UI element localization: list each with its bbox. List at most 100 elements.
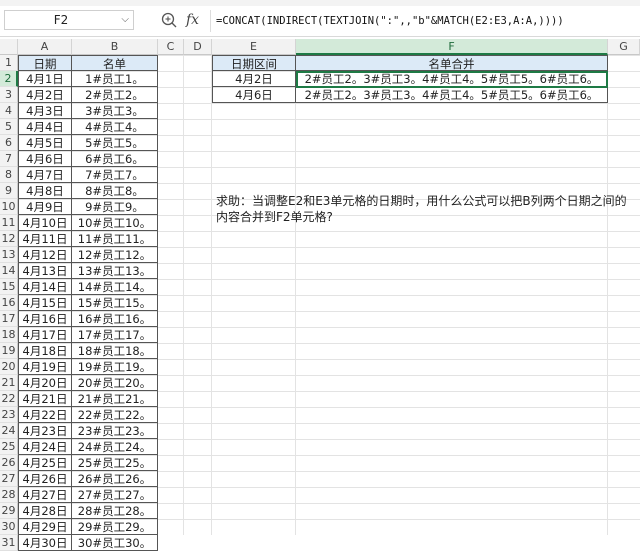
name-cell[interactable]: 30#员工30。 bbox=[72, 535, 158, 551]
date-cell[interactable]: 4月28日 bbox=[18, 503, 72, 519]
column-header-d[interactable]: D bbox=[184, 39, 212, 55]
row-header-27[interactable]: 27 bbox=[0, 471, 18, 487]
date-cell[interactable]: 4月6日 bbox=[18, 151, 72, 167]
row-header-25[interactable]: 25 bbox=[0, 439, 18, 455]
row-header-16[interactable]: 16 bbox=[0, 295, 18, 311]
column-header-g[interactable]: G bbox=[608, 39, 640, 55]
date-cell[interactable]: 4月29日 bbox=[18, 519, 72, 535]
name-cell[interactable]: 29#员工29。 bbox=[72, 519, 158, 535]
row-header-26[interactable]: 26 bbox=[0, 455, 18, 471]
date-cell[interactable]: 4月4日 bbox=[18, 119, 72, 135]
name-cell[interactable]: 10#员工10。 bbox=[72, 215, 158, 231]
name-cell[interactable]: 20#员工20。 bbox=[72, 375, 158, 391]
date-cell[interactable]: 4月26日 bbox=[18, 471, 72, 487]
column-header-f[interactable]: F bbox=[296, 39, 608, 55]
date-cell[interactable]: 4月18日 bbox=[18, 343, 72, 359]
row-header-24[interactable]: 24 bbox=[0, 423, 18, 439]
date-cell[interactable]: 4月13日 bbox=[18, 263, 72, 279]
row-header-20[interactable]: 20 bbox=[0, 359, 18, 375]
name-cell[interactable]: 23#员工23。 bbox=[72, 423, 158, 439]
name-cell[interactable]: 21#员工21。 bbox=[72, 391, 158, 407]
date-cell[interactable]: 4月2日 bbox=[18, 87, 72, 103]
name-cell[interactable]: 28#员工28。 bbox=[72, 503, 158, 519]
zoom-icon[interactable] bbox=[160, 11, 178, 29]
date-cell[interactable]: 4月3日 bbox=[18, 103, 72, 119]
row-header-31[interactable]: 31 bbox=[0, 535, 18, 551]
date-cell[interactable]: 4月11日 bbox=[18, 231, 72, 247]
row-header-28[interactable]: 28 bbox=[0, 487, 18, 503]
name-cell[interactable]: 16#员工16。 bbox=[72, 311, 158, 327]
name-cell[interactable]: 25#员工25。 bbox=[72, 455, 158, 471]
row-header-4[interactable]: 4 bbox=[0, 103, 18, 119]
name-cell[interactable]: 5#员工5。 bbox=[72, 135, 158, 151]
active-cell-f2[interactable] bbox=[296, 71, 608, 88]
name-cell[interactable]: 11#员工11。 bbox=[72, 231, 158, 247]
row-header-17[interactable]: 17 bbox=[0, 311, 18, 327]
row-header-10[interactable]: 10 bbox=[0, 199, 18, 215]
name-cell[interactable]: 24#员工24。 bbox=[72, 439, 158, 455]
name-cell[interactable]: 14#员工14。 bbox=[72, 279, 158, 295]
date-cell[interactable]: 4月16日 bbox=[18, 311, 72, 327]
row-header-6[interactable]: 6 bbox=[0, 135, 18, 151]
name-cell[interactable]: 13#员工13。 bbox=[72, 263, 158, 279]
name-cell[interactable]: 2#员工2。 bbox=[72, 87, 158, 103]
row-header-8[interactable]: 8 bbox=[0, 167, 18, 183]
column-header-a[interactable]: A bbox=[18, 39, 72, 55]
header-date[interactable]: 日期 bbox=[18, 55, 72, 71]
date-cell[interactable]: 4月5日 bbox=[18, 135, 72, 151]
select-all-corner[interactable] bbox=[0, 39, 18, 55]
date-cell[interactable]: 4月7日 bbox=[18, 167, 72, 183]
date-cell[interactable]: 4月17日 bbox=[18, 327, 72, 343]
name-cell[interactable]: 22#员工22。 bbox=[72, 407, 158, 423]
name-cell[interactable]: 7#员工7。 bbox=[72, 167, 158, 183]
name-cell[interactable]: 9#员工9。 bbox=[72, 199, 158, 215]
header-list[interactable]: 名单 bbox=[72, 55, 158, 71]
name-cell[interactable]: 1#员工1。 bbox=[72, 71, 158, 87]
date-cell[interactable]: 4月19日 bbox=[18, 359, 72, 375]
name-cell[interactable]: 6#员工6。 bbox=[72, 151, 158, 167]
merged-list-cell[interactable]: 2#员工2。3#员工3。4#员工4。5#员工5。6#员工6。 bbox=[296, 87, 608, 103]
column-header-b[interactable]: B bbox=[72, 39, 158, 55]
row-header-13[interactable]: 13 bbox=[0, 247, 18, 263]
column-header-c[interactable]: C bbox=[158, 39, 184, 55]
date-cell[interactable]: 4月22日 bbox=[18, 407, 72, 423]
range-date-cell[interactable]: 4月2日 bbox=[212, 71, 296, 87]
name-cell[interactable]: 12#员工12。 bbox=[72, 247, 158, 263]
row-header-5[interactable]: 5 bbox=[0, 119, 18, 135]
name-cell[interactable]: 19#员工19。 bbox=[72, 359, 158, 375]
name-cell[interactable]: 3#员工3。 bbox=[72, 103, 158, 119]
date-cell[interactable]: 4月23日 bbox=[18, 423, 72, 439]
date-cell[interactable]: 4月27日 bbox=[18, 487, 72, 503]
date-cell[interactable]: 4月25日 bbox=[18, 455, 72, 471]
name-cell[interactable]: 8#员工8。 bbox=[72, 183, 158, 199]
row-header-11[interactable]: 11 bbox=[0, 215, 18, 231]
formula-input[interactable]: =CONCAT(INDIRECT(TEXTJOIN(":",,"b"&MATCH… bbox=[216, 10, 564, 32]
chevron-down-icon[interactable]: ⌵ bbox=[121, 11, 129, 29]
function-icon[interactable]: fx bbox=[186, 9, 206, 31]
row-header-18[interactable]: 18 bbox=[0, 327, 18, 343]
row-header-1[interactable]: 1 bbox=[0, 55, 18, 71]
name-cell[interactable]: 17#员工17。 bbox=[72, 327, 158, 343]
row-header-23[interactable]: 23 bbox=[0, 407, 18, 423]
name-box[interactable]: F2 ⌵ bbox=[4, 10, 134, 30]
row-header-12[interactable]: 12 bbox=[0, 231, 18, 247]
row-header-9[interactable]: 9 bbox=[0, 183, 18, 199]
date-cell[interactable]: 4月20日 bbox=[18, 375, 72, 391]
row-header-22[interactable]: 22 bbox=[0, 391, 18, 407]
date-cell[interactable]: 4月12日 bbox=[18, 247, 72, 263]
date-cell[interactable]: 4月10日 bbox=[18, 215, 72, 231]
row-header-14[interactable]: 14 bbox=[0, 263, 18, 279]
row-header-21[interactable]: 21 bbox=[0, 375, 18, 391]
date-cell[interactable]: 4月21日 bbox=[18, 391, 72, 407]
header-merged-list[interactable]: 名单合并 bbox=[296, 55, 608, 71]
name-cell[interactable]: 18#员工18。 bbox=[72, 343, 158, 359]
row-header-19[interactable]: 19 bbox=[0, 343, 18, 359]
date-cell[interactable]: 4月14日 bbox=[18, 279, 72, 295]
date-cell[interactable]: 4月15日 bbox=[18, 295, 72, 311]
row-header-29[interactable]: 29 bbox=[0, 503, 18, 519]
date-cell[interactable]: 4月8日 bbox=[18, 183, 72, 199]
row-header-15[interactable]: 15 bbox=[0, 279, 18, 295]
range-date-cell[interactable]: 4月6日 bbox=[212, 87, 296, 103]
name-cell[interactable]: 4#员工4。 bbox=[72, 119, 158, 135]
date-cell[interactable]: 4月30日 bbox=[18, 535, 72, 551]
